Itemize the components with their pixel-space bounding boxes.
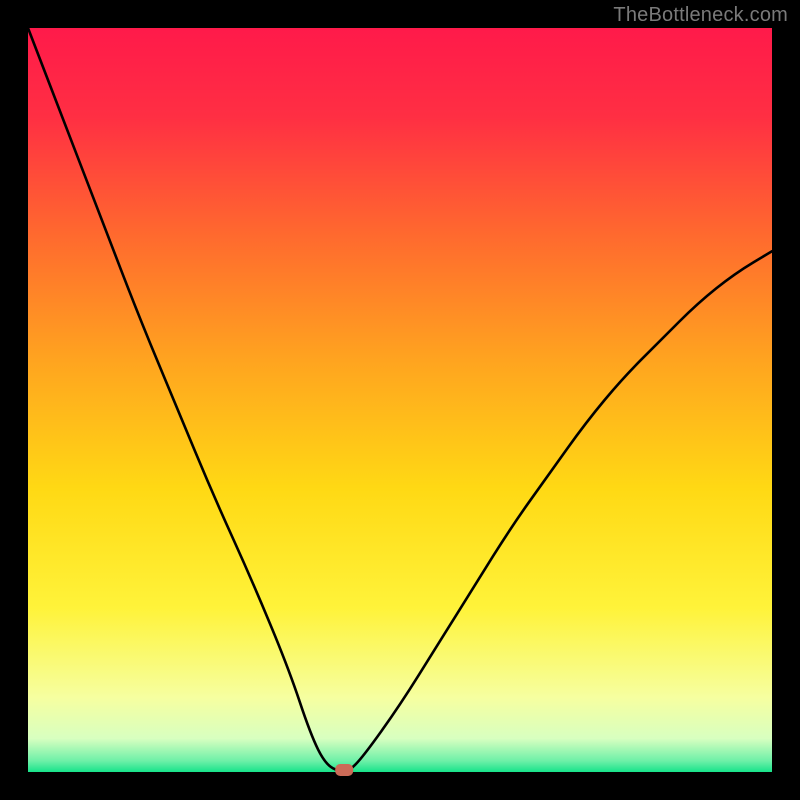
watermark-text: TheBottleneck.com bbox=[613, 4, 788, 27]
chart-frame: TheBottleneck.com bbox=[0, 0, 800, 800]
optimal-point-marker bbox=[335, 764, 353, 776]
plot-background bbox=[28, 28, 772, 772]
bottleneck-chart bbox=[0, 0, 800, 800]
